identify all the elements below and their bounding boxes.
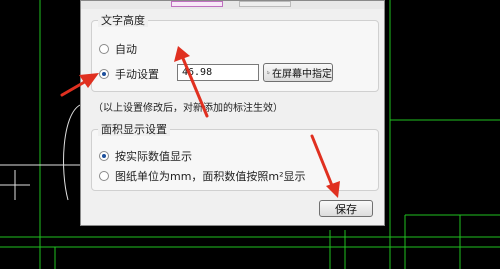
manual-label: 手动设置 (115, 68, 159, 81)
dialog-top-strip (81, 1, 384, 9)
cad-curve (63, 104, 81, 201)
auto-label: 自动 (115, 43, 137, 56)
area-display-group-title: 面积显示设置 (98, 123, 170, 136)
dimension-settings-dialog: 文字高度 自动 手动设置 46.98 在屏幕中指定 （以上设置修改后，对新添加的… (80, 0, 385, 226)
cursor-icon (267, 70, 270, 75)
pick-on-screen-button[interactable]: 在屏幕中指定 (263, 63, 333, 82)
mm-unit-option[interactable]: 图纸单位为mm，面积数值按照m²显示 (99, 168, 306, 184)
pick-on-screen-label: 在屏幕中指定 (272, 69, 332, 80)
mm-unit-label: 图纸单位为mm，面积数值按照m²显示 (115, 170, 306, 183)
actual-value-label: 按实际数值显示 (115, 150, 192, 163)
save-button[interactable]: 保存 (319, 200, 373, 217)
color-swatch-2[interactable] (239, 1, 291, 7)
actual-value-radio[interactable] (99, 151, 109, 161)
manual-radio[interactable] (99, 69, 109, 79)
auto-radio[interactable] (99, 44, 109, 54)
auto-radio-option[interactable]: 自动 (99, 41, 137, 57)
mm-unit-radio[interactable] (99, 171, 109, 181)
manual-radio-option[interactable]: 手动设置 (99, 66, 159, 82)
actual-value-option[interactable]: 按实际数值显示 (99, 148, 192, 164)
text-height-input[interactable]: 46.98 (177, 64, 259, 81)
color-swatch[interactable] (171, 1, 223, 7)
text-height-group-title: 文字高度 (98, 14, 148, 27)
settings-note: （以上设置修改后，对新添加的标注生效） (93, 103, 283, 114)
